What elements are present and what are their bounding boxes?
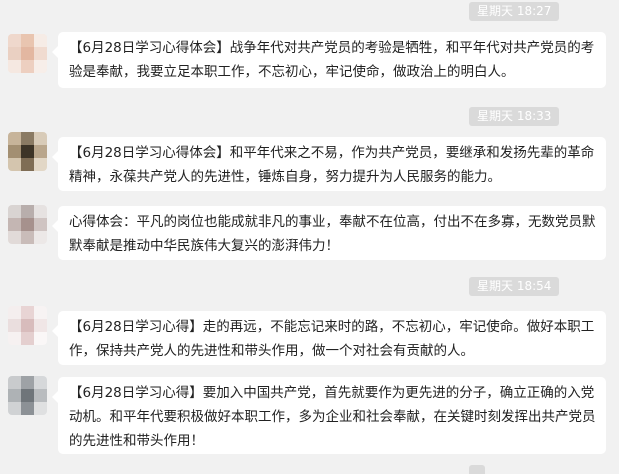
message-text: 心得体会：平凡的岗位也能成就非凡的事业，奉献不在位高，付出不在多寡，无数党员默默…: [69, 214, 596, 254]
message-text: 【6月28日学习心得】走的再远，不能忘记来时的路，不忘初心，牢记使命。做好本职工…: [69, 319, 595, 359]
avatar-image: [8, 34, 47, 73]
message-bubble[interactable]: 【6月28日学习心得】要加入中国共产党，首先就要作为更先进的分子，确立正确的入党…: [52, 377, 606, 454]
avatar-image: [8, 132, 47, 171]
avatar-image: [8, 205, 47, 244]
message-bubble[interactable]: 【6月28日学习心得体会】战争年代对共产党员的考验是牺牲，和平年代对共产党员的考…: [52, 32, 606, 88]
message-bubble[interactable]: 【6月28日学习心得】走的再远，不能忘记来时的路，不忘初心，牢记使命。做好本职工…: [52, 311, 606, 365]
timestamp: [469, 465, 485, 474]
timestamp: 星期天 18:33: [469, 107, 560, 126]
message-bubble[interactable]: 【6月28日学习心得体会】和平年代来之不易，作为共产党员，要继承和发扬先辈的革命…: [52, 137, 606, 191]
avatar[interactable]: [8, 306, 47, 345]
timestamp: 星期天 18:27: [469, 2, 560, 21]
avatar-image: [8, 376, 47, 415]
avatar[interactable]: [8, 34, 47, 73]
avatar[interactable]: [8, 376, 47, 415]
message-text: 【6月28日学习心得体会】和平年代来之不易，作为共产党员，要继承和发扬先辈的革命…: [69, 145, 595, 185]
message-text: 【6月28日学习心得体会】战争年代对共产党员的考验是牺牲，和平年代对共产党员的考…: [69, 40, 595, 80]
avatar[interactable]: [8, 205, 47, 244]
timestamp: 星期天 18:54: [469, 277, 560, 296]
message-text: 【6月28日学习心得】要加入中国共产党，首先就要作为更先进的分子，确立正确的入党…: [69, 385, 596, 449]
avatar-image: [8, 306, 47, 345]
avatar[interactable]: [8, 132, 47, 171]
message-bubble[interactable]: 心得体会：平凡的岗位也能成就非凡的事业，奉献不在位高，付出不在多寡，无数党员默默…: [52, 206, 606, 260]
